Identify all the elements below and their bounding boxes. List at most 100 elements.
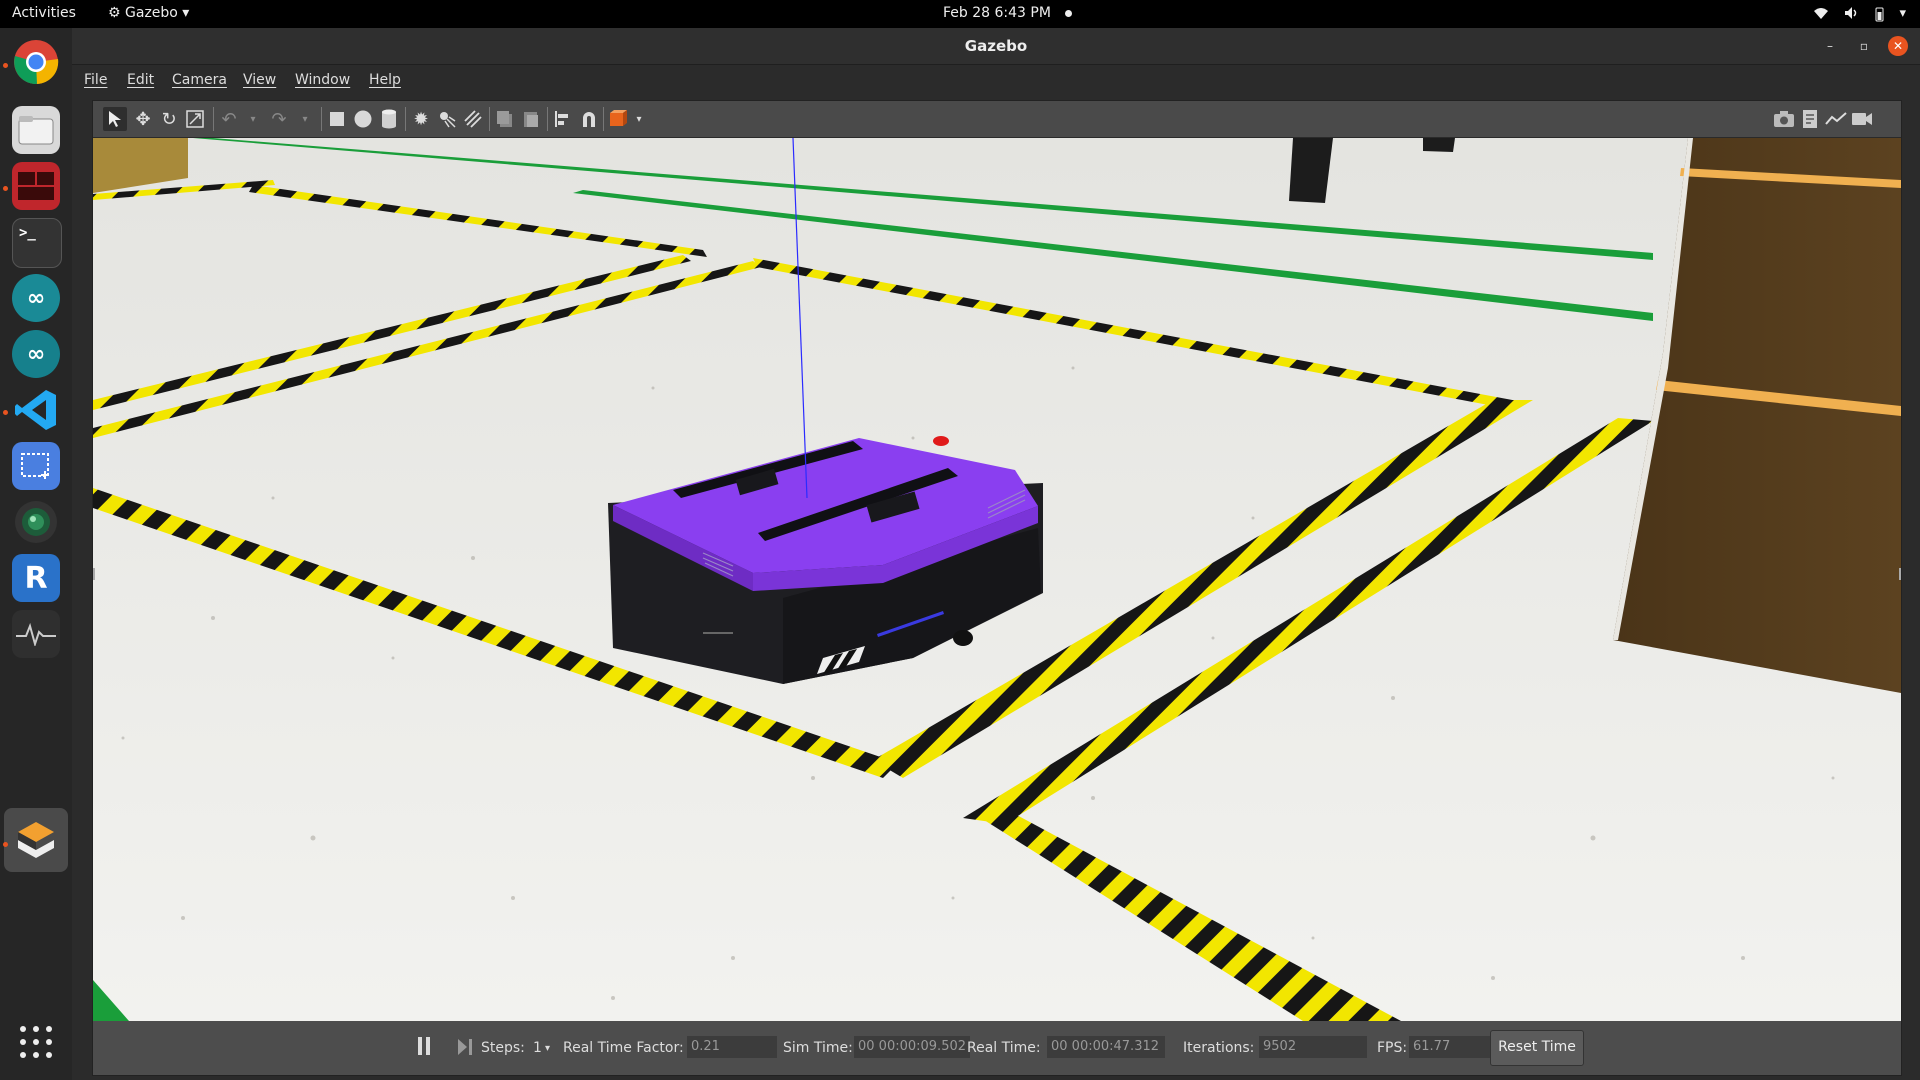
menu-help[interactable]: Help [369,72,401,88]
scene-viewport[interactable] [93,138,1901,1021]
terminal-icon[interactable]: >_ [12,218,62,268]
screenshot-icon[interactable] [1772,107,1796,131]
status-bar: Steps: 1 ▾ Real Time Factor: 0.21 Sim Ti… [93,1021,1901,1075]
show-apps-grid-icon[interactable] [19,1025,53,1059]
gazebo-window: Gazebo – ▫ ✕ File Edit Camera View Windo… [72,28,1920,1080]
app-menu[interactable]: ⚙ Gazebo ▾ [108,5,189,21]
steps-label: Steps: [481,1040,525,1056]
pause-icon[interactable] [417,1036,431,1056]
copy-icon[interactable] [493,107,517,131]
title-bar[interactable]: Gazebo – ▫ ✕ [72,28,1920,65]
undo-history-chevron-icon[interactable]: ▾ [241,107,265,131]
toolbar-separator [547,107,548,131]
redo-history-chevron-icon[interactable]: ▾ [293,107,317,131]
point-light-icon[interactable]: ✹ [409,107,433,131]
box-icon[interactable] [325,107,349,131]
snap-magnet-icon[interactable] [577,107,601,131]
translate-icon[interactable]: ✥ [131,107,155,131]
gazebo-app-icon: ⚙ [108,5,126,21]
dock: >_ ∞ ∞ R [0,28,72,1080]
sim-time-label: Sim Time: [783,1040,853,1056]
sim-time-value: 00 00:00:09.502 [854,1036,970,1058]
vnc-viewer-label: R [24,560,48,596]
view-angle-chevron-icon[interactable]: ▾ [627,107,651,131]
battery-icon [1873,6,1885,26]
menu-edit[interactable]: Edit [127,72,154,88]
plot-icon[interactable] [1824,107,1848,131]
volume-icon [1843,6,1859,26]
close-icon[interactable]: ✕ [1888,36,1908,56]
cylinder-icon[interactable] [377,107,401,131]
top-bar: Activities ⚙ Gazebo ▾ Feb 28 6:43 PM ▾ [0,0,1920,28]
fps-value: 61.77 [1409,1036,1499,1058]
iterations-value: 9502 [1259,1036,1367,1058]
running-indicator [3,842,8,847]
steps-chevron-icon[interactable]: ▾ [545,1043,550,1054]
redo-icon[interactable]: ↷ [267,107,291,131]
iterations-label: Iterations: [1183,1040,1255,1056]
app-menu-label: Gazebo [125,5,178,21]
chevron-down-icon: ▾ [177,5,190,21]
clock[interactable]: Feb 28 6:43 PM [943,5,1051,21]
vscode-icon[interactable] [12,386,60,434]
real-time-factor-value: 0.21 [687,1036,777,1058]
align-icon[interactable] [551,107,575,131]
toolbar-separator [603,107,604,131]
running-indicator [3,410,8,415]
menu-camera[interactable]: Camera [172,72,227,88]
scene-toolbar: ✥ ↻ ↶ ▾ ↷ ▾ ✹ ▾ [93,101,1901,138]
steps-value[interactable]: 1 [533,1040,542,1056]
wifi-icon [1813,6,1829,26]
menu-view[interactable]: View [243,72,276,88]
files-icon[interactable] [12,106,60,154]
toolbar-separator [213,107,214,131]
vnc-viewer-icon[interactable]: R [12,554,60,602]
toolbar-separator [489,107,490,131]
menu-file[interactable]: File [84,72,107,88]
sphere-icon[interactable] [351,107,375,131]
robot-label [703,632,733,634]
rotate-icon[interactable]: ↻ [157,107,181,131]
toolbar-separator [321,107,322,131]
select-arrow-icon[interactable] [103,107,127,131]
emergency-stop-button [933,436,949,446]
terminator-icon[interactable] [12,162,60,210]
spot-light-icon[interactable] [435,107,459,131]
notification-dot-icon [1065,10,1072,17]
arduino-icon[interactable]: ∞ [12,274,60,322]
maximize-icon[interactable]: ▫ [1854,36,1874,56]
window-title: Gazebo [964,37,1028,55]
paste-icon[interactable] [519,107,543,131]
arduino-legacy-icon[interactable]: ∞ [12,330,60,378]
system-tray[interactable]: ▾ [1813,6,1906,26]
scale-icon[interactable] [183,107,207,131]
menu-window[interactable]: Window [295,72,350,88]
right-resize-handle[interactable] [1899,568,1901,580]
menu-bar: File Edit Camera View Window Help [72,65,1920,95]
undo-icon[interactable]: ↶ [217,107,241,131]
video-record-icon[interactable] [1850,107,1874,131]
step-forward-icon[interactable] [457,1038,472,1056]
real-time-label: Real Time: [967,1040,1041,1056]
activities-button[interactable]: Activities [12,5,76,21]
window-controls: – ▫ ✕ [1820,36,1908,56]
pillar [1423,138,1455,152]
left-resize-handle[interactable] [93,568,95,580]
fps-label: FPS: [1377,1040,1408,1056]
screenshot-tool-icon[interactable] [12,442,60,490]
render-panel: ✥ ↻ ↶ ▾ ↷ ▾ ✹ ▾ Steps: 1 ▾ Real Time Fac… [92,100,1902,1076]
chevron-down-icon: ▾ [1899,6,1906,21]
toolbar-separator [405,107,406,131]
system-monitor-icon[interactable] [12,610,60,658]
minimize-icon[interactable]: – [1820,36,1840,56]
real-time-factor-label: Real Time Factor: [563,1040,684,1056]
log-icon[interactable] [1798,107,1822,131]
running-indicator [3,63,8,68]
cheese-camera-icon[interactable] [12,498,60,546]
real-time-value: 00 00:00:47.312 [1047,1036,1165,1058]
robot-wheel [953,630,973,646]
chrome-icon[interactable] [12,38,60,86]
gazebo-icon[interactable] [12,816,60,864]
directional-light-icon[interactable] [461,107,485,131]
reset-time-button[interactable]: Reset Time [1490,1030,1584,1066]
